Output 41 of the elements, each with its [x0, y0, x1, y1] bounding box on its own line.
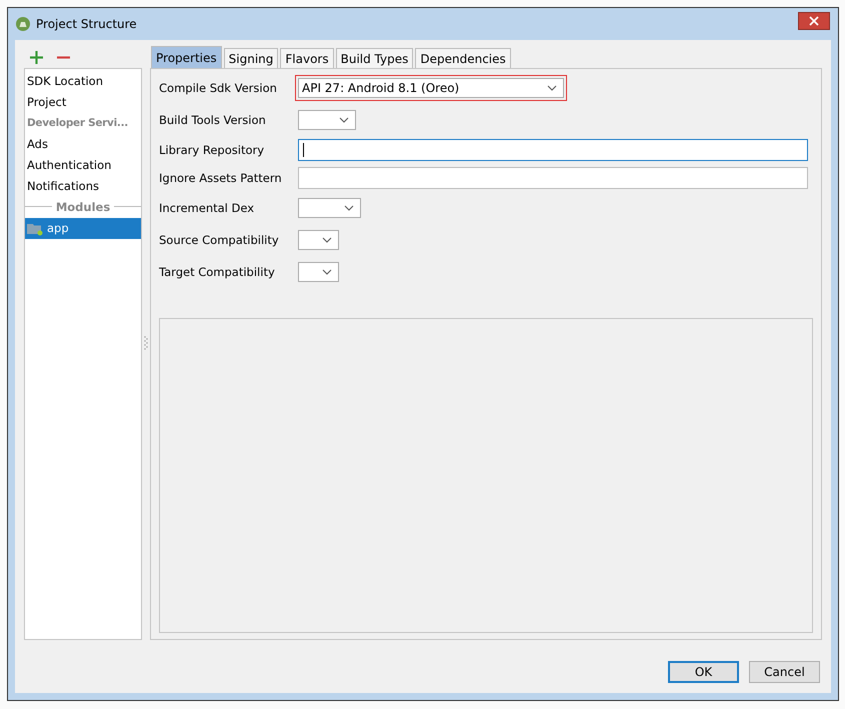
- input-field[interactable]: [298, 139, 808, 161]
- dropdown[interactable]: [298, 198, 361, 218]
- section-header: Modules: [56, 200, 110, 214]
- android-icon: [16, 17, 30, 31]
- field-label: Compile Sdk Version: [159, 81, 278, 95]
- close-icon: [809, 16, 819, 26]
- dropdown[interactable]: [298, 262, 339, 282]
- tab[interactable]: Flavors: [280, 48, 334, 68]
- sidebar-item[interactable]: SDK Location: [25, 71, 141, 92]
- field-label: Source Compatibility: [159, 233, 280, 247]
- add-icon[interactable]: [30, 50, 43, 64]
- sidebar-item[interactable]: Authentication: [25, 155, 141, 176]
- sidebar-item[interactable]: Notifications: [25, 176, 141, 197]
- close-button[interactable]: [798, 12, 830, 30]
- field-label: Build Tools Version: [159, 113, 267, 127]
- field-label: Library Repository: [159, 143, 266, 157]
- chevron-icon: [322, 269, 332, 275]
- dialog-button[interactable]: OK: [668, 661, 739, 683]
- tab[interactable]: Build Types: [336, 48, 414, 68]
- tab[interactable]: Dependencies: [415, 48, 511, 68]
- module-item[interactable]: app: [25, 218, 141, 239]
- splitter-handle[interactable]: [144, 336, 148, 350]
- chevron-icon: [339, 117, 349, 123]
- folder-icon: [27, 222, 43, 236]
- input-field[interactable]: [298, 167, 808, 189]
- field-label: Incremental Dex: [159, 201, 256, 215]
- dropdown[interactable]: [298, 110, 356, 130]
- section-header: Developer Servi...: [26, 116, 129, 131]
- dialog-button[interactable]: Cancel: [749, 661, 820, 683]
- field-label: Target Compatibility: [159, 265, 276, 279]
- chevron-icon: [322, 237, 332, 243]
- dropdown[interactable]: [298, 230, 339, 250]
- sidebar-item[interactable]: Project: [25, 92, 141, 113]
- sidebar-item[interactable]: Ads: [25, 134, 141, 155]
- window-title: Project Structure: [36, 17, 137, 31]
- chevron-icon: [547, 85, 557, 91]
- tab[interactable]: Signing: [224, 48, 278, 68]
- chevron-icon: [344, 205, 354, 211]
- dropdown[interactable]: API 27: Android 8.1 (Oreo): [298, 78, 564, 98]
- tab[interactable]: Properties: [151, 46, 222, 68]
- field-label: Ignore Assets Pattern: [159, 171, 283, 185]
